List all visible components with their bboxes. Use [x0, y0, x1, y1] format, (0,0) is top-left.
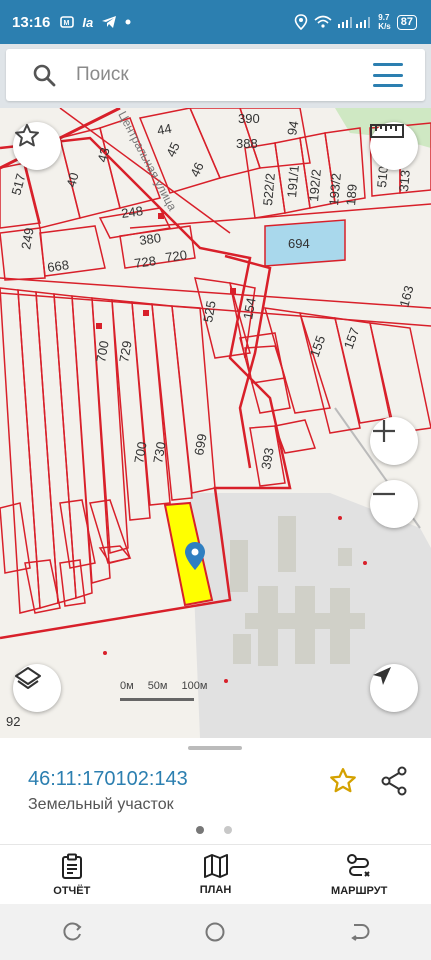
zoom-out-button[interactable] — [370, 480, 418, 528]
network-speed: 9.7 K/s — [378, 13, 391, 31]
parcel-label: 720 — [164, 247, 188, 265]
parcel-label: 45 — [163, 140, 183, 159]
system-nav-bar — [0, 904, 431, 960]
signal-icon — [338, 17, 371, 28]
parcel-label: 393 — [258, 447, 277, 471]
ruler-icon — [370, 124, 404, 138]
status-right: 9.7 K/s 87 — [294, 13, 417, 31]
tab-label: ОТЧЁТ — [53, 885, 91, 897]
parcel-label: 728 — [133, 253, 157, 271]
page-dot[interactable] — [224, 826, 232, 834]
parcel-label: 191/1 — [284, 165, 302, 199]
scale-label: 50м — [147, 680, 168, 692]
report-icon — [61, 853, 82, 879]
parcel-label: 155 — [307, 334, 329, 360]
parcel-label: 40 — [63, 171, 81, 189]
share-icon[interactable] — [380, 766, 408, 796]
page-dot[interactable] — [196, 826, 204, 834]
parcel-label: 525 — [200, 300, 219, 324]
map-icon — [203, 854, 228, 878]
parcel-label: 94 — [284, 120, 301, 137]
parcel-label: 313 — [396, 169, 413, 192]
cadastral-map[interactable]: 44 45 46 390 388 94 43 40 517 248 380 72… — [0, 108, 431, 738]
scale-label: 100м — [181, 680, 208, 692]
zoom-in-button[interactable] — [370, 417, 418, 465]
dot-icon — [125, 19, 131, 25]
parcel-label: 517 — [8, 172, 28, 197]
parcel-label: 729 — [116, 340, 135, 364]
parcel-label: 43 — [94, 146, 112, 164]
status-left-icons: M Ia — [60, 15, 131, 30]
parcel-label: 192/2 — [306, 169, 324, 203]
search-icon[interactable] — [32, 63, 56, 87]
menu-icon[interactable] — [373, 63, 403, 87]
search-bar — [6, 49, 425, 101]
tab-route[interactable]: МАРШРУТ — [287, 845, 431, 905]
map-view[interactable]: 44 45 46 390 388 94 43 40 517 248 380 72… — [0, 108, 431, 738]
back-icon[interactable] — [348, 921, 370, 943]
star-outline-icon[interactable] — [328, 766, 358, 796]
parcel-label: 522/2 — [260, 173, 278, 207]
parcel-label: 44 — [156, 121, 173, 138]
page-indicator — [196, 826, 232, 834]
ia-icon: Ia — [82, 14, 94, 30]
parcel-label: 668 — [46, 257, 70, 275]
parcel-label: 248 — [120, 203, 144, 221]
navigation-arrow-icon — [373, 667, 391, 685]
search-area — [0, 44, 431, 108]
minus-icon — [373, 492, 395, 496]
tab-plan[interactable]: ПЛАН — [144, 845, 288, 905]
cadastral-number[interactable]: 46:11:170102:143 — [28, 768, 188, 791]
scale-label: 0м — [120, 680, 134, 692]
search-input[interactable] — [74, 63, 338, 87]
tab-report[interactable]: ОТЧЁТ — [0, 845, 144, 905]
corner-number: 92 — [6, 714, 21, 729]
wifi-icon — [314, 15, 332, 28]
parcel-label: 249 — [18, 227, 37, 251]
battery-indicator: 87 — [396, 14, 417, 30]
telegram-icon — [102, 16, 117, 28]
parcel-label: 388 — [236, 136, 258, 151]
layers-icon — [15, 667, 41, 689]
property-sheet[interactable]: 46:11:170102:143 Земельный участок — [0, 738, 431, 844]
parcel-label: 699 — [191, 433, 210, 457]
svg-text:M: M — [64, 20, 70, 27]
status-time: 13:16 — [12, 13, 51, 31]
sheet-handle[interactable] — [188, 746, 242, 750]
location-icon — [294, 14, 308, 30]
tab-label: ПЛАН — [199, 884, 232, 896]
parcel-label: 46 — [187, 160, 207, 179]
parcel-label: 700 — [93, 340, 112, 364]
star-outline-icon — [15, 123, 39, 147]
status-bar: 13:16 M Ia 9.7 K/s 87 — [0, 0, 431, 44]
route-icon — [347, 854, 370, 877]
parcel-label: 163 — [396, 284, 416, 309]
my-location-button[interactable] — [370, 664, 418, 712]
parcel-label: 700 — [131, 441, 150, 465]
scale-bar — [120, 698, 194, 701]
ruler-button[interactable] — [370, 122, 418, 170]
bottom-tab-bar: ОТЧЁТ ПЛАН МАРШРУТ — [0, 844, 431, 905]
parcel-label: 193/2 — [326, 173, 344, 207]
layers-button[interactable] — [13, 664, 61, 712]
tab-label: МАРШРУТ — [331, 885, 388, 897]
parcel-label: 694 — [288, 236, 310, 251]
parcel-label: 390 — [238, 111, 260, 126]
home-icon[interactable] — [204, 921, 226, 943]
property-type: Земельный участок — [28, 796, 174, 813]
recent-apps-icon[interactable] — [61, 921, 83, 943]
sim-icon: M — [60, 16, 75, 28]
parcel-label: 189 — [343, 183, 360, 206]
parcel-label: 154 — [240, 297, 259, 321]
favorite-map-button[interactable] — [13, 122, 61, 170]
parcel-label: 157 — [341, 326, 363, 352]
map-scale: 0м 50м 100м — [120, 680, 207, 701]
plus-icon — [373, 420, 395, 442]
parcel-label: 380 — [138, 230, 162, 248]
